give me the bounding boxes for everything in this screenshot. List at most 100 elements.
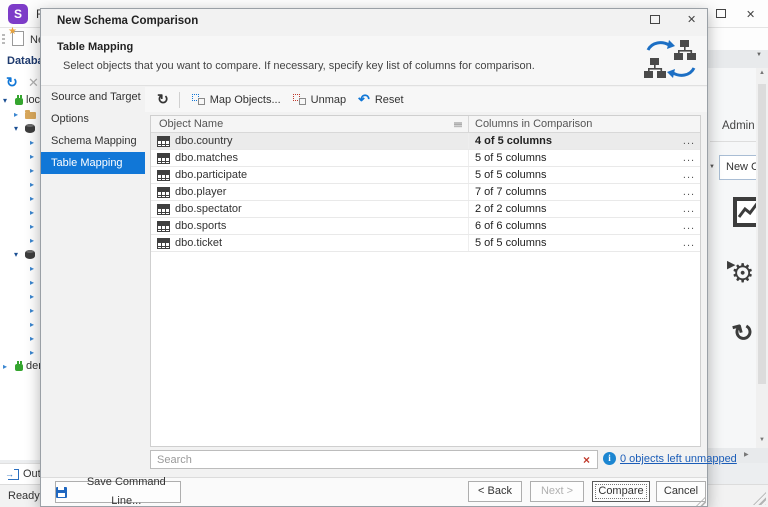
table-row[interactable]: dbo.ticket 5 of 5 columns ... [151, 235, 700, 252]
wizard-step[interactable]: Source and Target [41, 86, 145, 108]
tree-expander-icon[interactable] [30, 194, 40, 203]
wizard-step[interactable]: Table Mapping [41, 152, 145, 174]
wizard-step[interactable]: Schema Mapping [41, 130, 145, 152]
unmap-button[interactable]: Unmap [293, 94, 346, 106]
row-options-button[interactable]: ... [678, 169, 700, 181]
tree-node-icon [13, 361, 26, 372]
mapping-toolbar: ↻ Map Objects... Unmap ↶ Reset [145, 87, 707, 112]
object-name: dbo.sports [175, 220, 226, 232]
columns-in-comparison: 5 of 5 columns [469, 169, 678, 181]
row-options-button[interactable]: ... [678, 152, 700, 164]
toolbar-separator [179, 92, 180, 108]
table-row[interactable]: dbo.player 7 of 7 columns ... [151, 184, 700, 201]
object-name: dbo.country [175, 135, 232, 147]
unmap-icon [293, 94, 306, 105]
row-options-button[interactable]: ... [678, 135, 700, 147]
table-row[interactable]: dbo.spectator 2 of 2 columns ... [151, 201, 700, 218]
tree-expander-icon[interactable] [14, 110, 24, 119]
tree-expander-icon[interactable] [30, 208, 40, 217]
step-title: Table Mapping [57, 41, 133, 53]
unmapped-objects-link[interactable]: 0 objects left unmapped [620, 453, 737, 465]
table-header: Object Name Columns in Comparison [151, 116, 700, 133]
search-input[interactable] [151, 454, 576, 466]
wizard-steps: Source and Target Options Schema Mapping… [41, 86, 145, 174]
table-row[interactable]: dbo.sports 6 of 6 columns ... [151, 218, 700, 235]
map-objects-icon [192, 94, 205, 105]
output-icon [8, 469, 19, 480]
table-row[interactable]: dbo.country 4 of 5 columns ... [151, 133, 700, 150]
scroll-up-icon[interactable]: ▲ [759, 70, 765, 76]
app-window: S File ✕ ★ New Database ↻ ✕ loca [0, 0, 768, 507]
tree-expander-icon[interactable] [14, 124, 24, 133]
columns-in-comparison: 2 of 2 columns [469, 203, 678, 215]
object-name: dbo.participate [175, 169, 247, 181]
refresh-icon[interactable]: ↻ [6, 74, 18, 91]
column-header-object-name[interactable]: Object Name [151, 116, 469, 132]
dropdown-icon[interactable]: ▼ [709, 164, 715, 170]
row-options-button[interactable]: ... [678, 220, 700, 232]
step-description: Select objects that you want to compare.… [63, 60, 535, 72]
tree-expander-icon[interactable] [30, 306, 40, 315]
scroll-down-icon[interactable]: ▼ [759, 437, 765, 443]
wizard-step[interactable]: Options [41, 108, 145, 130]
row-options-button[interactable]: ... [678, 186, 700, 198]
tree-expander-icon[interactable] [30, 348, 40, 357]
tree-expander-icon[interactable] [14, 250, 24, 259]
close-icon[interactable]: ✕ [28, 75, 39, 91]
schema-compare-icon [642, 38, 700, 83]
row-options-button[interactable]: ... [678, 203, 700, 215]
toolbar-overflow-icon[interactable]: ▼ [756, 52, 762, 58]
maximize-icon[interactable] [716, 9, 726, 18]
columns-in-comparison: 5 of 5 columns [469, 237, 678, 249]
dialog-maximize-icon[interactable] [650, 15, 660, 24]
clear-search-icon[interactable]: × [576, 453, 597, 467]
tree-expander-icon[interactable] [30, 236, 40, 245]
reset-button[interactable]: ↶ Reset [358, 91, 403, 108]
tree-node-icon [24, 109, 37, 120]
cancel-button[interactable]: Cancel [656, 481, 706, 502]
tree-expander-icon[interactable] [30, 334, 40, 343]
admin-section-title: Admin [722, 120, 755, 132]
tree-expander-icon[interactable] [30, 152, 40, 161]
tree-expander-icon[interactable] [3, 362, 13, 371]
object-name: dbo.ticket [175, 237, 222, 249]
back-button[interactable]: < Back [468, 481, 522, 502]
tree-expander-icon[interactable] [30, 278, 40, 287]
tree-expander-icon[interactable] [30, 222, 40, 231]
table-row[interactable]: dbo.participate 5 of 5 columns ... [151, 167, 700, 184]
tree-expander-icon[interactable] [30, 264, 40, 273]
close-icon[interactable]: ✕ [746, 8, 755, 21]
object-name: dbo.matches [175, 152, 238, 164]
tree-node-icon [24, 123, 37, 134]
info-icon: i [603, 452, 616, 465]
mapping-table: Object Name Columns in Comparison dbo.co… [150, 115, 701, 447]
scrollbar-thumb[interactable] [758, 84, 766, 384]
tree-expander-icon[interactable] [30, 292, 40, 301]
tree-expander-icon[interactable] [30, 138, 40, 147]
tree-node-icon [13, 95, 26, 106]
tree-node-icon [24, 249, 37, 260]
object-name: dbo.player [175, 186, 226, 198]
tree-expander-icon[interactable] [30, 320, 40, 329]
save-icon [56, 487, 67, 498]
object-name: dbo.spectator [175, 203, 242, 215]
new-document-icon[interactable]: ★ [12, 31, 24, 46]
row-options-button[interactable]: ... [678, 237, 700, 249]
reset-icon: ↶ [358, 91, 370, 108]
table-icon [157, 153, 170, 164]
dialog-close-icon[interactable]: ✕ [687, 13, 696, 26]
tree-expander-icon[interactable] [30, 180, 40, 189]
tree-expander-icon[interactable] [3, 96, 13, 105]
run-gear-icon[interactable]: ▶ ⚙ [731, 258, 754, 289]
search-box: × [150, 450, 598, 469]
table-icon [157, 136, 170, 147]
tree-expander-icon[interactable] [30, 166, 40, 175]
toolbar-grip [2, 34, 5, 46]
column-header-columns[interactable]: Columns in Comparison [469, 116, 700, 132]
scroll-right-icon[interactable]: ▶ [744, 451, 749, 458]
save-command-line-button[interactable]: Save Command Line... [55, 481, 181, 503]
refresh-icon[interactable]: ↻ [157, 91, 169, 108]
map-objects-button[interactable]: Map Objects... [192, 94, 281, 106]
compare-button[interactable]: Compare [592, 481, 650, 502]
table-row[interactable]: dbo.matches 5 of 5 columns ... [151, 150, 700, 167]
